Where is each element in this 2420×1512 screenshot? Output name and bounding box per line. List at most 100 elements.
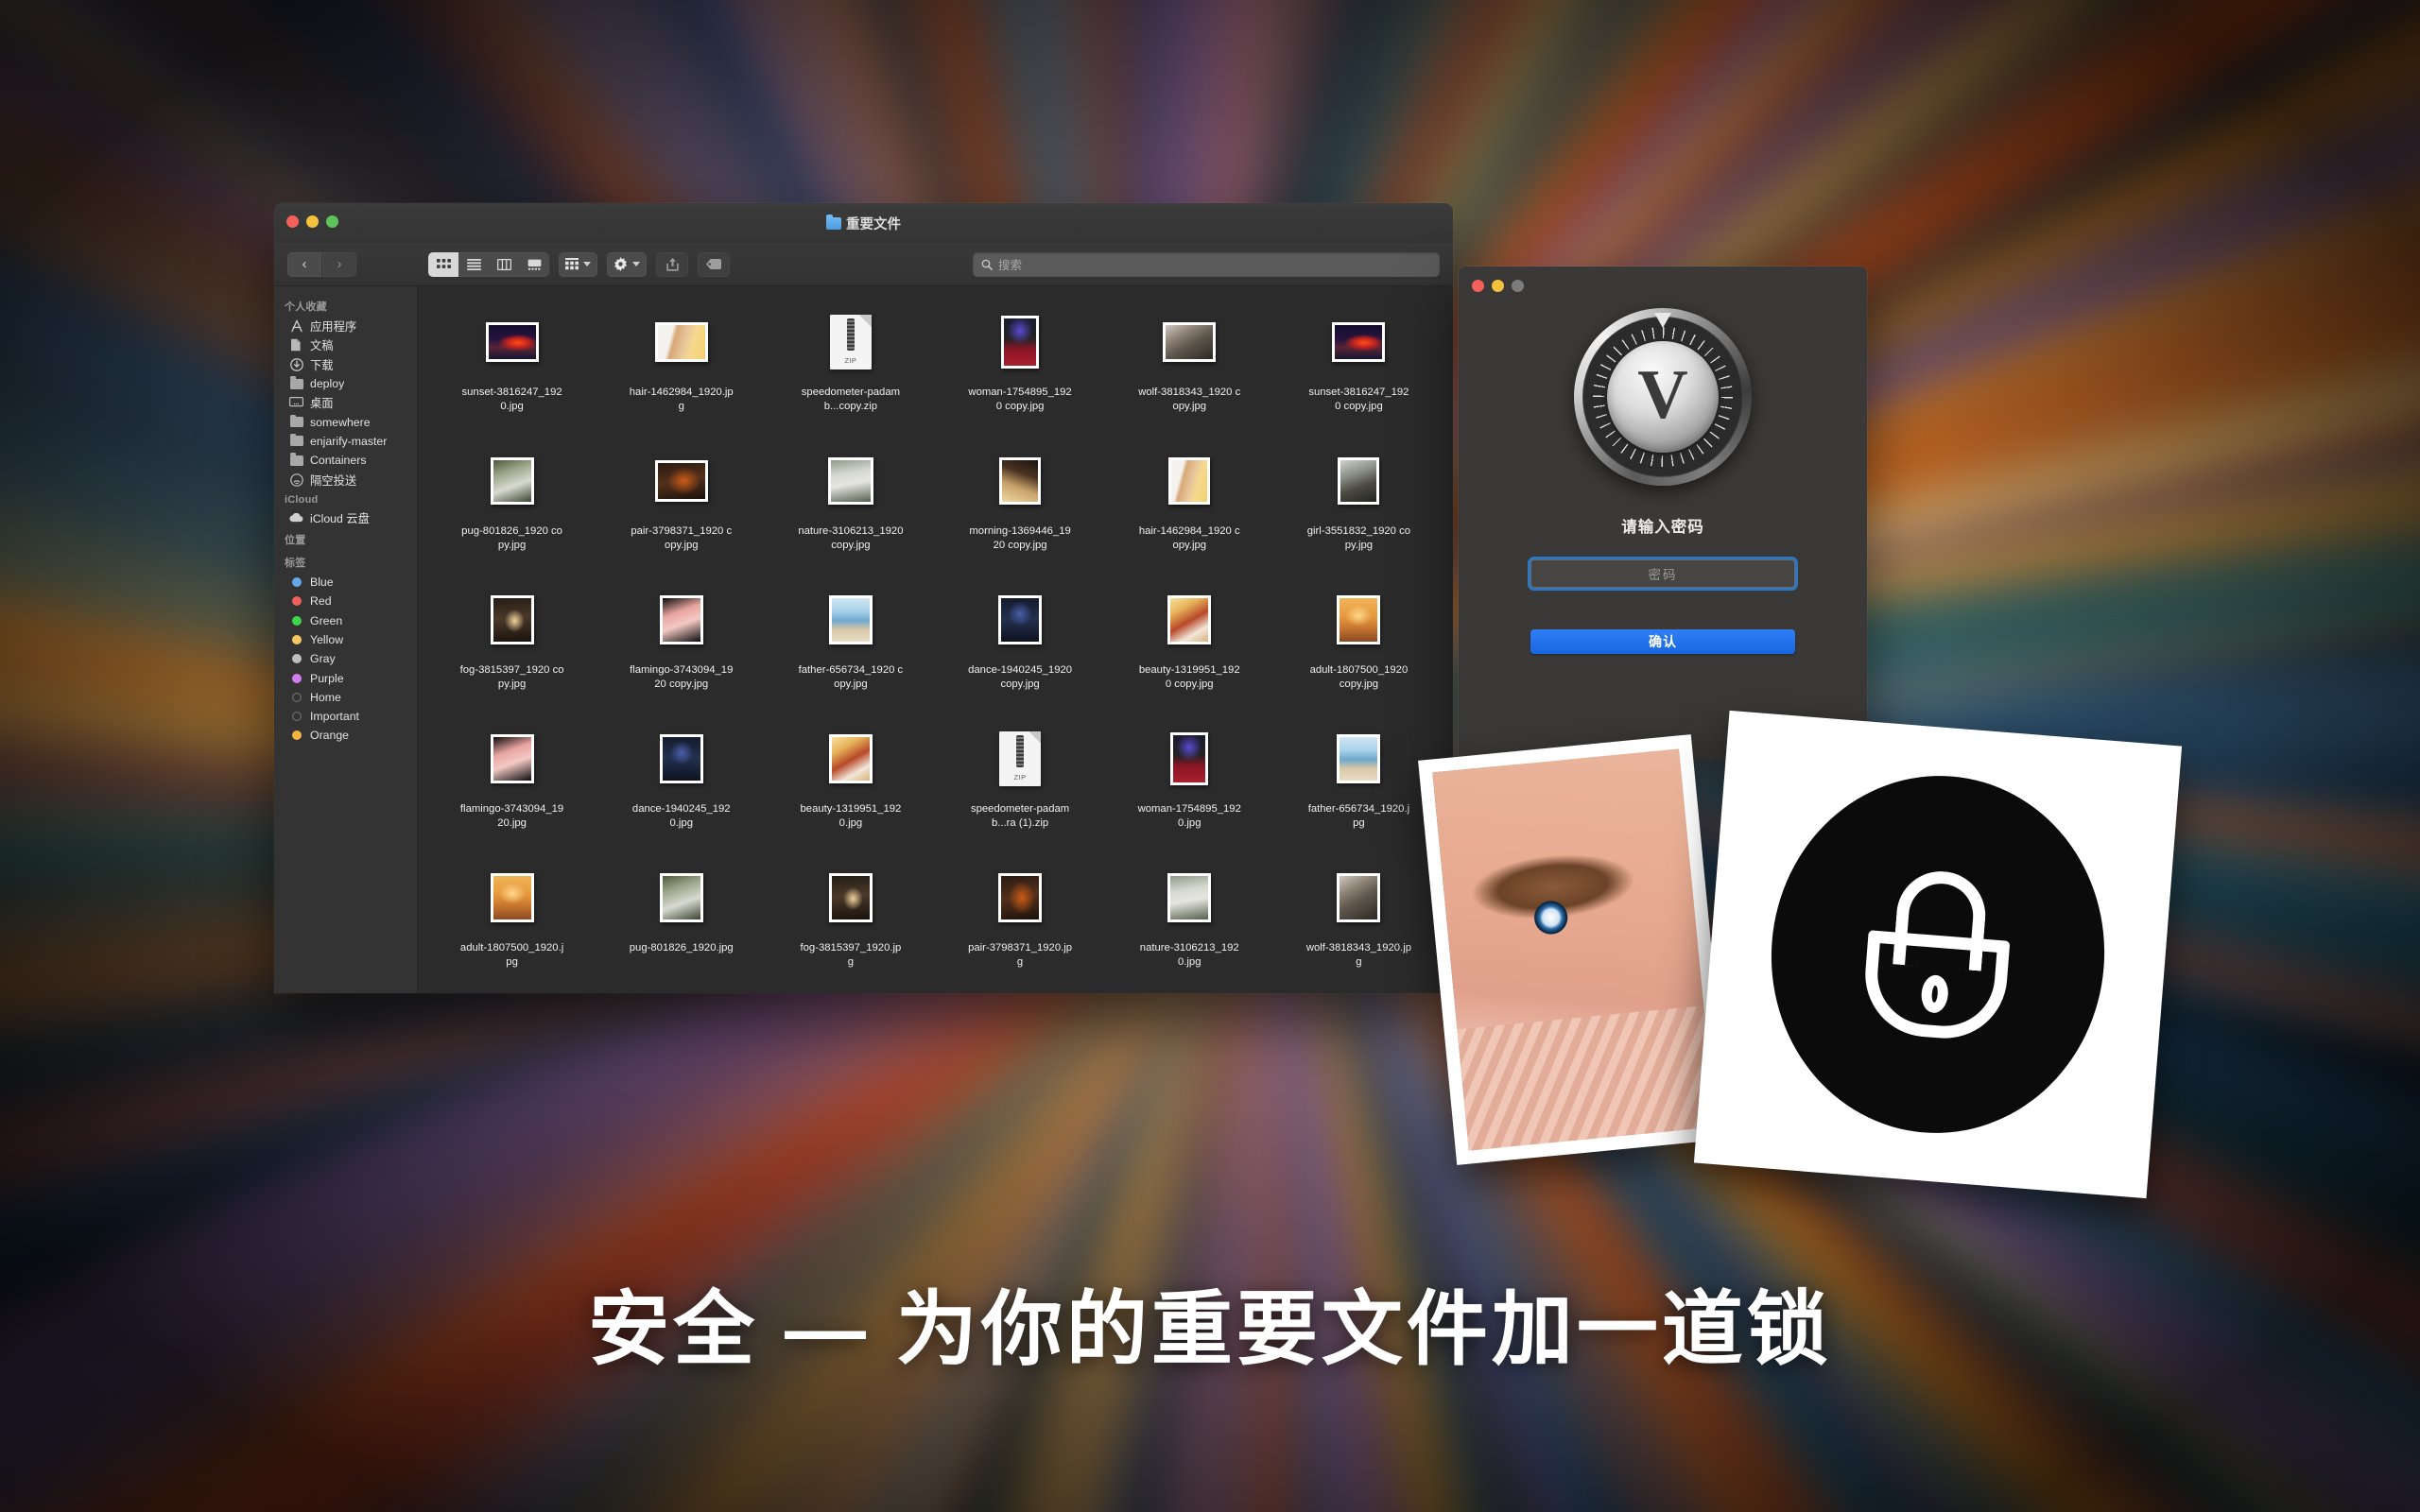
sidebar-item-red[interactable]: Red — [274, 592, 417, 610]
sidebar-item-label: Orange — [310, 729, 349, 742]
file-item[interactable]: fog-3815397_1920 copy.jpg — [427, 577, 596, 716]
sidebar-item-orange[interactable]: Orange — [274, 726, 417, 745]
file-item[interactable]: woman-1754895_1920.jpg — [1105, 716, 1274, 855]
share-button[interactable] — [656, 252, 688, 277]
file-name: sunset-3816247_1920.jpg — [459, 386, 565, 413]
finder-sidebar[interactable]: 个人收藏 应用程序 文稿 下载 deploy 桌面 somewhere enjarify-ma… — [274, 286, 418, 993]
file-item[interactable]: hair-1462984_1920.jpg — [596, 300, 766, 438]
sidebar-item-enjarify-master[interactable]: enjarify-master — [274, 432, 417, 451]
eye-photo-card — [1418, 734, 1730, 1165]
search-field[interactable]: 搜索 — [973, 252, 1440, 277]
finder-titlebar[interactable]: 重要文件 — [274, 203, 1453, 243]
password-dialog[interactable]: V 请输入密码 密码 确认 — [1459, 266, 1867, 760]
sidebar-item-[interactable]: 桌面 — [274, 393, 417, 412]
tags-button[interactable] — [698, 252, 730, 277]
file-name: speedometer-padamb...copy.zip — [798, 386, 904, 413]
column-view-button[interactable] — [489, 252, 519, 277]
file-name: woman-1754895_1920.jpg — [1136, 802, 1242, 830]
file-item[interactable]: nature-3106213_1920 copy.jpg — [766, 438, 935, 577]
file-item[interactable]: nature-3106213_1920.jpg — [1105, 855, 1274, 993]
sidebar-item-yellow[interactable]: Yellow — [274, 630, 417, 649]
list-view-button[interactable] — [458, 252, 489, 277]
lock-badge — [1758, 764, 2118, 1145]
file-item[interactable]: ZIP speedometer-padamb...ra (1).zip — [936, 716, 1105, 855]
file-item[interactable]: girl-3551832_1920 copy.jpg — [1274, 438, 1443, 577]
file-item[interactable]: beauty-1319951_1920 copy.jpg — [1105, 577, 1274, 716]
airdrop-icon — [289, 472, 303, 487]
password-input[interactable]: 密码 — [1530, 559, 1795, 588]
finder-toolbar[interactable]: ‹ › 搜索 — [274, 243, 1453, 286]
file-item[interactable]: father-656734_1920.jpg — [1274, 716, 1443, 855]
file-item[interactable]: wolf-3818343_1920 copy.jpg — [1105, 300, 1274, 438]
file-item[interactable]: flamingo-3743094_1920 copy.jpg — [596, 577, 766, 716]
file-item[interactable]: dance-1940245_1920 copy.jpg — [936, 577, 1105, 716]
file-item[interactable]: fog-3815397_1920.jpg — [766, 855, 935, 993]
sidebar-item-[interactable]: 文稿 — [274, 335, 417, 354]
sidebar-item-[interactable]: 下载 — [274, 355, 417, 374]
documents-icon — [289, 338, 303, 352]
photo-thumbnail — [829, 595, 873, 644]
confirm-button[interactable]: 确认 — [1530, 629, 1795, 654]
file-item[interactable]: father-656734_1920 copy.jpg — [766, 577, 935, 716]
forward-button[interactable]: › — [322, 252, 356, 277]
file-item[interactable]: beauty-1319951_1920.jpg — [766, 716, 935, 855]
sidebar-item-blue[interactable]: Blue — [274, 573, 417, 592]
file-item[interactable]: pug-801826_1920 copy.jpg — [427, 438, 596, 577]
icon-view-button[interactable] — [428, 252, 458, 277]
sidebar-item-home[interactable]: Home — [274, 688, 417, 707]
photo-thumbnail — [1168, 457, 1210, 505]
file-name: flamingo-3743094_1920 copy.jpg — [629, 663, 735, 691]
file-thumbnail — [829, 861, 873, 935]
sidebar-item-[interactable]: 隔空投送 — [274, 470, 417, 489]
file-grid[interactable]: sunset-3816247_1920.jpg hair-1462984_1920… — [418, 286, 1453, 993]
file-thumbnail: ZIP — [999, 722, 1041, 796]
tag-dot-hollow — [289, 710, 303, 724]
tag-dot — [289, 729, 303, 743]
photo-thumbnail — [660, 595, 703, 644]
file-item[interactable]: sunset-3816247_1920 copy.jpg — [1274, 300, 1443, 438]
file-item[interactable]: ZIP speedometer-padamb...copy.zip — [766, 300, 935, 438]
view-mode-segmented-control[interactable] — [428, 252, 549, 277]
chevron-down-icon — [632, 262, 640, 266]
file-item[interactable]: flamingo-3743094_1920.jpg — [427, 716, 596, 855]
finder-window[interactable]: 重要文件 ‹ › 搜索 个人收藏 应用程序 文稿 下载 deploy 桌面 so… — [274, 203, 1453, 993]
downloads-icon — [289, 357, 303, 371]
file-name: flamingo-3743094_1920.jpg — [459, 802, 565, 830]
search-icon — [981, 259, 993, 270]
arrange-button[interactable] — [559, 252, 597, 277]
sidebar-item-somewhere[interactable]: somewhere — [274, 412, 417, 431]
file-item[interactable]: sunset-3816247_1920.jpg — [427, 300, 596, 438]
photo-thumbnail — [829, 734, 873, 783]
file-item[interactable]: morning-1369446_1920 copy.jpg — [936, 438, 1105, 577]
dialog-close-button[interactable] — [1472, 280, 1484, 292]
sidebar-item-green[interactable]: Green — [274, 611, 417, 630]
file-thumbnail — [1332, 305, 1385, 379]
dialog-zoom-button — [1512, 280, 1524, 292]
back-button[interactable]: ‹ — [287, 252, 321, 277]
sidebar-item-containers[interactable]: Containers — [274, 451, 417, 470]
file-item[interactable]: pug-801826_1920.jpg — [596, 855, 766, 993]
sidebar-item-important[interactable]: Important — [274, 707, 417, 726]
photo-thumbnail — [1337, 873, 1380, 922]
sidebar-item-icloud[interactable]: iCloud 云盘 — [274, 508, 417, 527]
nav-buttons[interactable]: ‹ › — [287, 252, 356, 277]
file-thumbnail — [1163, 305, 1216, 379]
sidebar-item-deploy[interactable]: deploy — [274, 374, 417, 393]
sidebar-item-gray[interactable]: Gray — [274, 649, 417, 668]
file-item[interactable]: woman-1754895_1920 copy.jpg — [936, 300, 1105, 438]
dialog-minimize-button[interactable] — [1492, 280, 1504, 292]
file-item[interactable]: wolf-3818343_1920.jpg — [1274, 855, 1443, 993]
action-button[interactable] — [607, 252, 647, 277]
file-item[interactable]: adult-1807500_1920.jpg — [427, 855, 596, 993]
dialog-content: V 请输入密码 密码 确认 — [1459, 266, 1867, 654]
sidebar-item-[interactable]: 应用程序 — [274, 317, 417, 335]
file-item[interactable]: hair-1462984_1920 copy.jpg — [1105, 438, 1274, 577]
file-thumbnail — [491, 722, 534, 796]
file-item[interactable]: pair-3798371_1920.jpg — [936, 855, 1105, 993]
file-item[interactable]: pair-3798371_1920 copy.jpg — [596, 438, 766, 577]
gallery-view-button[interactable] — [519, 252, 549, 277]
sidebar-item-purple[interactable]: Purple — [274, 668, 417, 687]
file-item[interactable]: adult-1807500_1920 copy.jpg — [1274, 577, 1443, 716]
icon-view-icon — [437, 259, 451, 270]
file-item[interactable]: dance-1940245_1920.jpg — [596, 716, 766, 855]
